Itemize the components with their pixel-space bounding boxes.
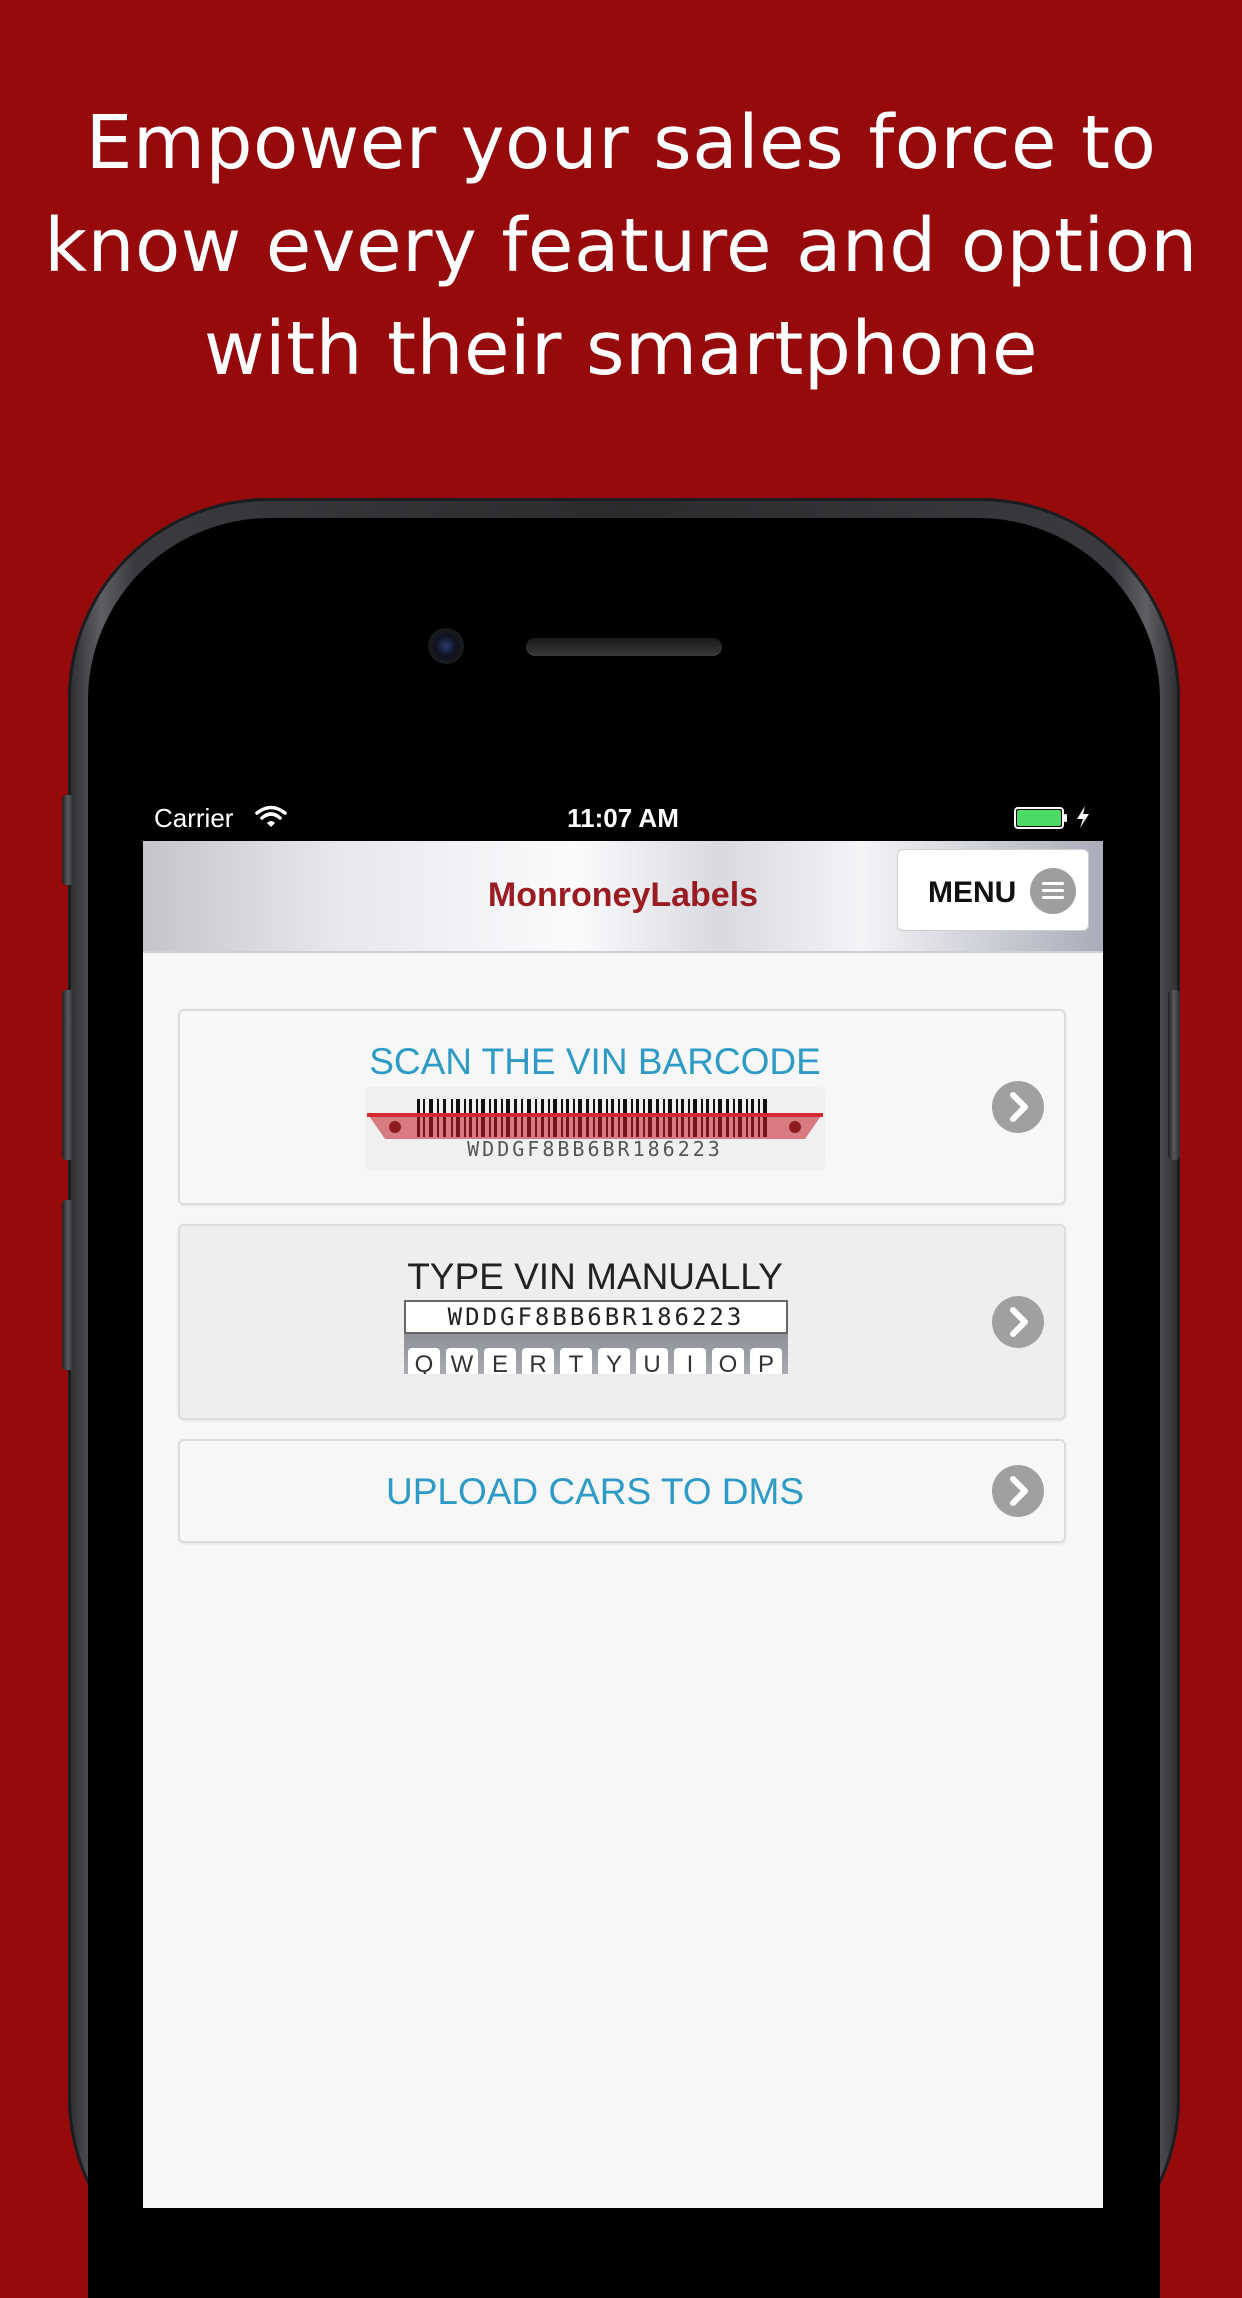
headline: Empower your sales force to know every f… [0, 92, 1242, 401]
keyboard-illustration: Q W E R T Y U I O P [404, 1334, 788, 1374]
key: T [560, 1348, 592, 1374]
chevron-right-icon [992, 1296, 1044, 1348]
key: R [522, 1348, 554, 1374]
volume-up-button [62, 990, 74, 1160]
key: Y [598, 1348, 630, 1374]
front-camera-icon [428, 628, 464, 664]
mute-switch [62, 795, 74, 885]
earpiece-speaker [526, 638, 722, 656]
vin-input-illustration: WDDGF8BB6BR186223 [404, 1300, 788, 1334]
upload-cars-to-dms-button[interactable]: UPLOAD CARS TO DMS [178, 1439, 1066, 1543]
app-header: MonroneyLabels MENU [143, 841, 1103, 953]
headline-line-2: know every feature and option [44, 203, 1198, 289]
key: U [636, 1348, 668, 1374]
scan-vin-barcode-button[interactable]: SCAN THE VIN BARCODE WDDGF8BB6BR186223 [178, 1009, 1066, 1205]
menu-label: MENU [928, 876, 1017, 909]
type-vin-title: TYPE VIN MANUALLY [407, 1256, 783, 1297]
status-time: 11:07 AM [567, 803, 679, 833]
chevron-right-icon [992, 1465, 1044, 1517]
volume-down-button [62, 1200, 74, 1370]
scan-vin-title: SCAN THE VIN BARCODE [369, 1041, 821, 1082]
phone-screen: Carrier 11:07 AM MonroneyLabels MENU SCA… [143, 795, 1103, 2208]
upload-cars-title: UPLOAD CARS TO DMS [385, 1471, 805, 1512]
chevron-right-icon [992, 1081, 1044, 1133]
key: P [750, 1348, 782, 1374]
battery-icon [1014, 807, 1067, 829]
key: Q [408, 1348, 440, 1374]
scan-vin-number: WDDGF8BB6BR186223 [467, 1137, 723, 1161]
key: I [674, 1348, 706, 1374]
key: W [446, 1348, 478, 1374]
menu-button[interactable]: MENU [897, 849, 1089, 931]
status-bar: Carrier 11:07 AM [143, 795, 1103, 841]
headline-line-3: with their smartphone [204, 306, 1038, 392]
key: E [484, 1348, 516, 1374]
key: O [712, 1348, 744, 1374]
hamburger-icon [1030, 868, 1076, 914]
headline-line-1: Empower your sales force to [85, 100, 1157, 186]
type-vin-manually-button[interactable]: TYPE VIN MANUALLY WDDGF8BB6BR186223 Q W … [178, 1224, 1066, 1420]
charging-bolt-icon [1077, 806, 1089, 828]
power-button [1168, 990, 1180, 1160]
